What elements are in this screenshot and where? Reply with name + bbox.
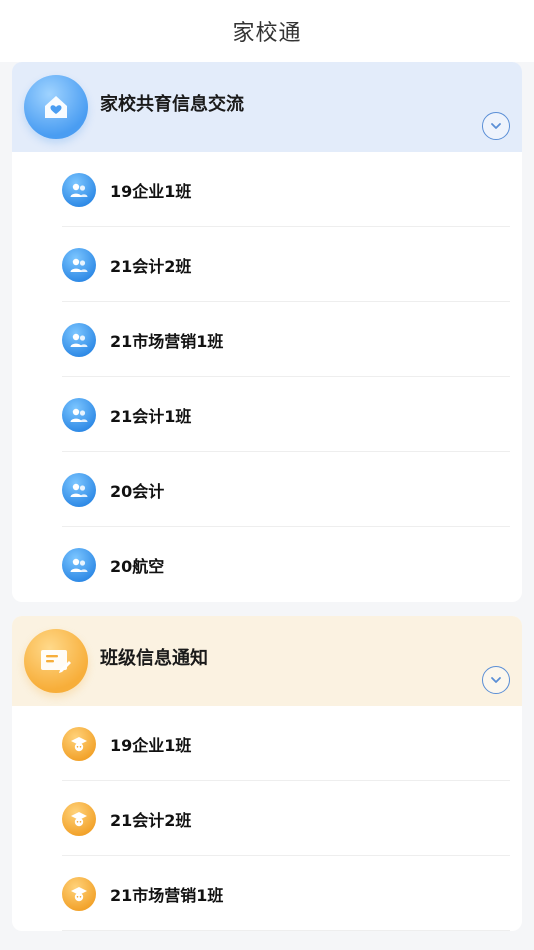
list-item-class[interactable]: 19企业1班 xyxy=(12,152,522,227)
home-heart-icon xyxy=(24,75,88,139)
app-header: 家校通 xyxy=(0,0,534,62)
list-item-class[interactable]: 20会计 xyxy=(12,452,522,527)
class-name: 21会计2班 xyxy=(110,810,192,830)
class-name: 19企业1班 xyxy=(110,181,192,201)
collapse-toggle-button[interactable] xyxy=(482,112,510,140)
class-name: 21市场营销1班 xyxy=(110,331,224,351)
section-title: 班级信息通知 xyxy=(100,648,208,669)
list-item-class[interactable]: 21市场营销1班 xyxy=(12,302,522,377)
group-chat-icon xyxy=(62,472,96,507)
chevron-down-icon xyxy=(491,123,501,129)
group-chat-icon xyxy=(62,322,96,357)
notice-board-icon xyxy=(24,629,88,693)
section-class-notice: 班级信息通知 19企业1班 21会计2班 21市场营销1班 xyxy=(12,616,522,931)
list-item-class[interactable]: 21会计1班 xyxy=(12,377,522,452)
class-name: 21会计2班 xyxy=(110,256,192,276)
class-name: 21市场营销1班 xyxy=(110,885,224,905)
group-chat-icon xyxy=(62,547,96,582)
graduation-cap-icon xyxy=(62,801,96,836)
section-header[interactable]: 班级信息通知 xyxy=(12,616,522,706)
graduation-cap-icon xyxy=(62,726,96,761)
collapse-toggle-button[interactable] xyxy=(482,666,510,694)
group-chat-icon xyxy=(62,397,96,432)
list-item-class[interactable]: 21市场营销1班 xyxy=(12,856,522,931)
class-name: 19企业1班 xyxy=(110,735,192,755)
section-title: 家校共育信息交流 xyxy=(100,94,244,115)
chevron-down-icon xyxy=(491,677,501,683)
section-header[interactable]: 家校共育信息交流 xyxy=(12,62,522,152)
list-item-class[interactable]: 21会计2班 xyxy=(12,227,522,302)
list-item-class[interactable]: 20航空 xyxy=(12,527,522,602)
page-title: 家校通 xyxy=(232,21,302,46)
list-item-class[interactable]: 19企业1班 xyxy=(12,706,522,781)
class-name: 20会计 xyxy=(110,481,165,501)
group-chat-icon xyxy=(62,247,96,282)
class-name: 21会计1班 xyxy=(110,406,192,426)
main-content: 家校共育信息交流 19企业1班 21会计2班 21市场营销1班 21会计1班 2… xyxy=(0,62,534,931)
section-family-school-exchange: 家校共育信息交流 19企业1班 21会计2班 21市场营销1班 21会计1班 2… xyxy=(12,62,522,602)
graduation-cap-icon xyxy=(62,876,96,911)
class-name: 20航空 xyxy=(110,556,165,576)
list-item-class[interactable]: 21会计2班 xyxy=(12,781,522,856)
group-chat-icon xyxy=(62,172,96,207)
